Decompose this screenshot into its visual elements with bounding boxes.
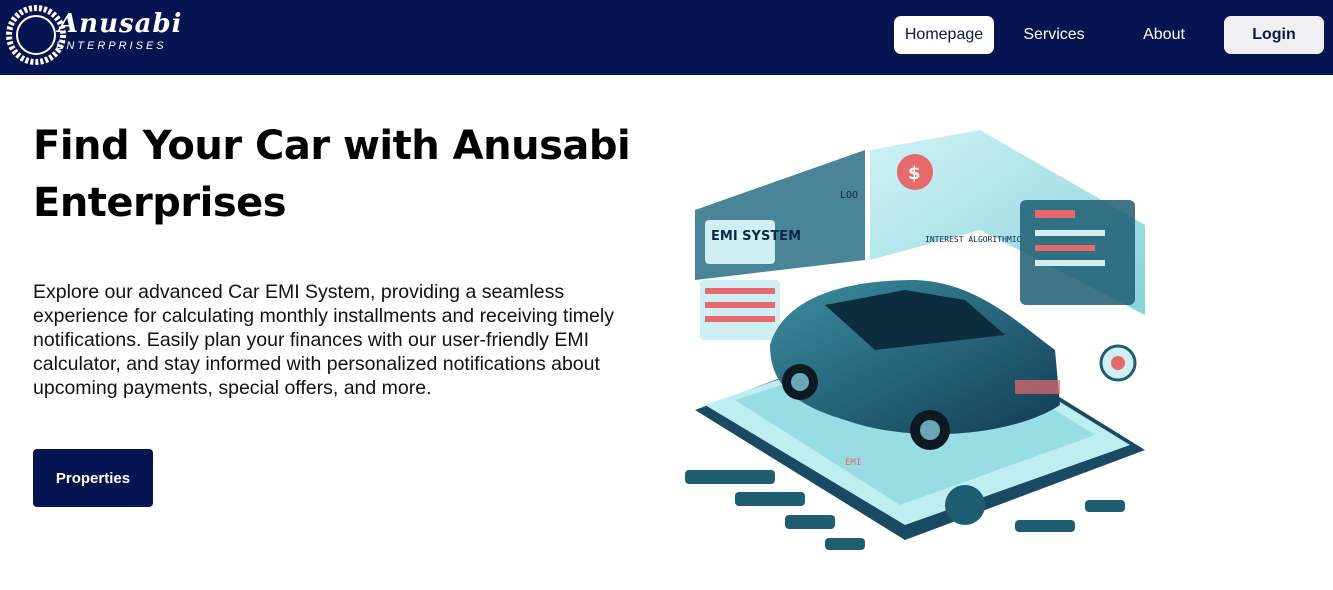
left-list-bar	[705, 302, 775, 308]
logo-tagline: ENTERPRISES	[56, 40, 167, 52]
nav-services[interactable]: Services	[1006, 16, 1102, 54]
interest-label: INTEREST ALGORITHMIC	[925, 235, 1022, 244]
emi-chip-label: EMI	[845, 458, 861, 468]
car-emi-illustration: EMI SYSTEM LOO $ INTEREST ALGORITHMIC EM…	[685, 130, 1145, 550]
right-panel-bar	[1035, 245, 1095, 251]
key-shape	[825, 538, 865, 550]
left-list-bar	[705, 288, 775, 294]
key-shape	[1015, 520, 1075, 532]
right-panel-bar	[1035, 210, 1075, 218]
car-headlight-shape	[1015, 380, 1060, 394]
hero-description: Explore our advanced Car EMI System, pro…	[33, 281, 614, 399]
tire-logo-icon	[6, 5, 66, 65]
hero-title: Find Your Car with Anusabi Enterprises	[33, 123, 631, 226]
left-list-bar	[705, 316, 775, 322]
nav-homepage[interactable]: Homepage	[894, 16, 994, 54]
login-button[interactable]: Login	[1224, 16, 1324, 54]
brand-logo[interactable]: Anusabi ENTERPRISES	[6, 3, 186, 67]
key-shape	[1085, 500, 1125, 512]
key-shape	[685, 470, 775, 484]
key-shape	[785, 515, 835, 529]
key-shape	[735, 492, 805, 506]
nav-about[interactable]: About	[1118, 16, 1210, 54]
loo-label: LOO	[840, 190, 858, 201]
right-panel-bar	[1035, 230, 1105, 236]
logo-name: Anusabi	[58, 9, 183, 39]
dial-shape	[945, 485, 985, 525]
properties-button[interactable]: Properties	[33, 449, 153, 507]
top-navbar: Anusabi ENTERPRISES Homepage Services Ab…	[0, 0, 1333, 75]
svg-text:$: $	[908, 163, 921, 184]
emi-system-label: EMI SYSTEM	[711, 229, 801, 244]
right-panel-bar	[1035, 260, 1105, 266]
